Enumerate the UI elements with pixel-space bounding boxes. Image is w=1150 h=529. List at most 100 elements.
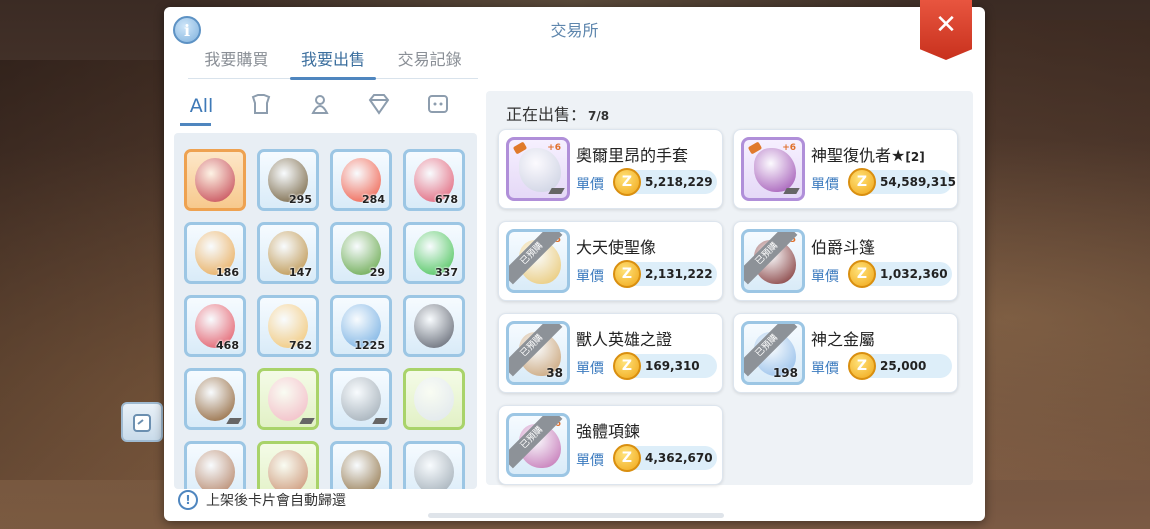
inventory-slot[interactable]: [184, 368, 246, 430]
inventory-slot[interactable]: 284: [330, 149, 392, 211]
inventory-slot[interactable]: [257, 368, 319, 430]
listing-card[interactable]: +5 已預購 伯爵斗篷 單價 Z 1,032,360: [733, 221, 958, 301]
zeny-coin-icon: Z: [613, 444, 641, 472]
card-slot-marker: [548, 188, 565, 194]
on-sale-label: 正在出售：: [506, 105, 587, 124]
price-value: 25,000: [880, 359, 927, 373]
refine-level: +6: [547, 143, 561, 153]
zeny-coin-icon: Z: [848, 352, 876, 380]
card-slot-marker: [372, 418, 388, 424]
unit-price-label: 單價: [576, 269, 604, 285]
inventory-slot[interactable]: [330, 441, 392, 489]
item-name-text: 神之金屬: [811, 330, 876, 349]
unit-price-label: 單價: [576, 453, 604, 469]
listing-card[interactable]: 38 已預購 獸人英雄之證 單價 Z 169,310: [498, 313, 723, 393]
close-button[interactable]: ✕: [920, 0, 972, 60]
zeny-coin-icon: Z: [613, 260, 641, 288]
zeny-coin-icon: Z: [613, 168, 641, 196]
item-quantity: 762: [289, 339, 312, 352]
unit-price-label: 單價: [811, 177, 839, 193]
auto-return-notice: ! 上架後卡片會自動歸還: [178, 490, 346, 510]
filter-gem[interactable]: [349, 93, 408, 123]
inventory-slot[interactable]: [403, 295, 465, 357]
exchange-window: i 交易所 ✕ 我要購買 我要出售 交易記錄 All 295 284 678 186 1…: [164, 0, 985, 521]
listing-card[interactable]: +6 已預購 強體項鍊 單價 Z 4,362,670: [498, 405, 723, 485]
price-value: 2,131,222: [645, 267, 713, 281]
tab-bar: 我要購買 我要出售 交易記錄: [188, 47, 478, 80]
inventory-slot[interactable]: 147: [257, 222, 319, 284]
inventory-slot[interactable]: [184, 149, 246, 211]
listing-item-name: 伯爵斗篷: [811, 234, 875, 258]
card-slot-marker: [299, 418, 315, 424]
unit-price-label: 單價: [576, 177, 604, 193]
item-name-text: 伯爵斗篷: [811, 238, 876, 257]
inventory-slot[interactable]: [403, 441, 465, 489]
item-name-text: 強體項鍊: [576, 422, 641, 441]
filter-all[interactable]: All: [172, 93, 231, 126]
item-icon: [414, 450, 454, 489]
inventory-slot[interactable]: 468: [184, 295, 246, 357]
price-pill: Z 169,310: [613, 352, 717, 380]
inventory-slot[interactable]: [257, 441, 319, 489]
item-name-text: 奧爾里昂的手套: [576, 146, 689, 165]
inventory-slot[interactable]: 186: [184, 222, 246, 284]
listing-quantity: 198: [772, 366, 798, 380]
filter-armor[interactable]: [231, 93, 290, 123]
item-quantity: 29: [369, 266, 385, 279]
price-value: 1,032,360: [880, 267, 948, 281]
gem-icon: [368, 94, 389, 115]
price-value: 54,589,315: [880, 175, 956, 189]
listing-item-slot: +6: [741, 137, 805, 201]
tab-buy[interactable]: 我要購買: [188, 47, 285, 78]
inventory-slot[interactable]: 762: [257, 295, 319, 357]
item-name-text: 獸人英雄之證: [576, 330, 673, 349]
item-quantity: 295: [289, 193, 312, 206]
horizontal-scrollbar[interactable]: [428, 513, 724, 518]
listing-card[interactable]: +6 神聖復仇者★[2] 單價 Z 54,589,315: [733, 129, 958, 209]
filter-costume[interactable]: [290, 93, 349, 123]
item-quantity: 1225: [354, 339, 385, 352]
tab-history[interactable]: 交易記錄: [381, 47, 478, 78]
item-icon: [195, 450, 235, 489]
unit-price-label: 單價: [576, 361, 604, 377]
listing-item-name: 奧爾里昂的手套: [576, 142, 688, 166]
unit-price-label: 單價: [811, 361, 839, 377]
inventory-slot[interactable]: [330, 368, 392, 430]
close-icon: ✕: [935, 10, 957, 40]
price-pill: Z 54,589,315: [848, 168, 956, 196]
item-icon: [195, 377, 235, 421]
price-value: 169,310: [645, 359, 700, 373]
pet-icon: [427, 95, 448, 113]
listing-item-name: 神之金屬: [811, 326, 875, 350]
zeny-coin-icon: Z: [613, 352, 641, 380]
tab-sell[interactable]: 我要出售: [285, 47, 382, 80]
inventory-slot[interactable]: 337: [403, 222, 465, 284]
listing-panel: 正在出售： 7/8 +6 奧爾里昂的手套 單價 Z 5,218,229 +6 神聖…: [486, 91, 973, 485]
item-name-text: 大天使聖像: [576, 238, 657, 257]
item-icon: [268, 450, 308, 489]
item-icon: [268, 377, 308, 421]
listing-item-slot: +6: [506, 137, 570, 201]
on-sale-count: 7/8: [588, 109, 610, 123]
listing-card[interactable]: +6 奧爾里昂的手套 單價 Z 5,218,229: [498, 129, 723, 209]
filter-pet[interactable]: [408, 93, 467, 123]
side-item-button[interactable]: [121, 402, 163, 442]
listing-card[interactable]: 198 已預購 神之金屬 單價 Z 25,000: [733, 313, 958, 393]
inventory-slot[interactable]: 295: [257, 149, 319, 211]
inventory-slot[interactable]: 678: [403, 149, 465, 211]
zeny-coin-icon: Z: [848, 260, 876, 288]
listing-item-name: 獸人英雄之證: [576, 326, 672, 350]
price-pill: Z 2,131,222: [613, 260, 717, 288]
listing-quantity: 38: [546, 366, 563, 380]
inventory-slot[interactable]: [403, 368, 465, 430]
inventory-slot[interactable]: 29: [330, 222, 392, 284]
card-slot-marker: [226, 418, 242, 424]
price-pill: Z 5,218,229: [613, 168, 717, 196]
inventory-slot[interactable]: 1225: [330, 295, 392, 357]
listing-card[interactable]: +5 已預購 大天使聖像 單價 Z 2,131,222: [498, 221, 723, 301]
inventory-slot[interactable]: [184, 441, 246, 489]
item-icon: [341, 450, 381, 489]
item-quantity: 147: [289, 266, 312, 279]
item-quantity: 284: [362, 193, 385, 206]
item-icon: [414, 304, 454, 348]
